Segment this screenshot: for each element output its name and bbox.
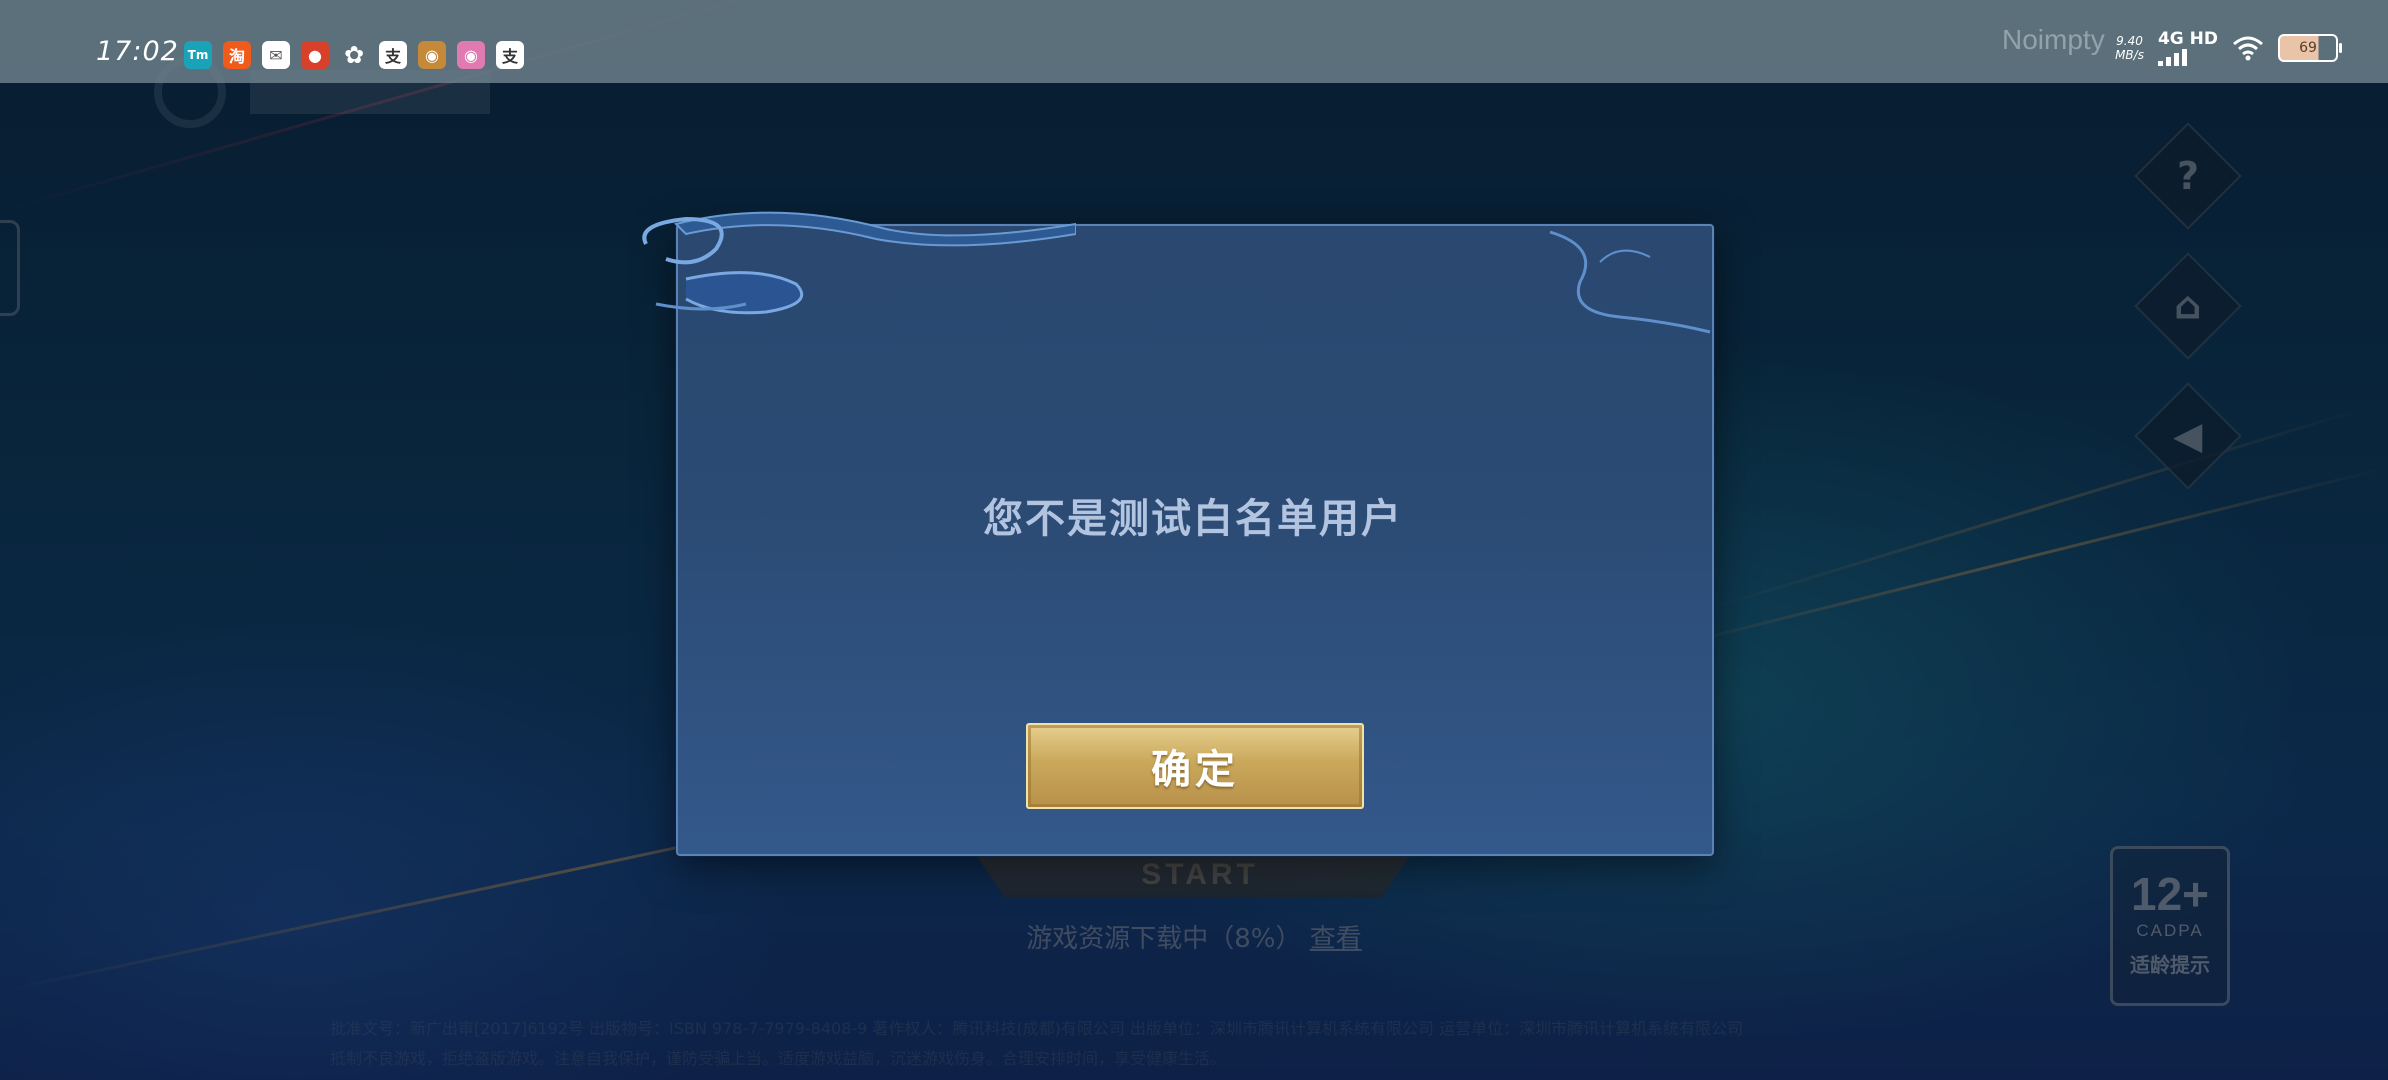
app-icon-1: 支 xyxy=(379,41,407,69)
battery-level: 69 xyxy=(2299,40,2317,56)
message-icon: ✉ xyxy=(262,41,290,69)
network-speed-value: 9.40 xyxy=(2116,34,2143,48)
avatar-game-icon: ◉ xyxy=(418,41,446,69)
wifi-icon xyxy=(2233,36,2263,61)
pinwheel-icon: ✿ xyxy=(343,41,365,69)
cloud-scroll-ornament xyxy=(1549,230,1711,334)
player-username: Noimpty xyxy=(2002,24,2105,55)
tmall-icon: Tm xyxy=(184,41,212,69)
game-icon-red: ● xyxy=(301,41,329,69)
cellular-status: 4G HD xyxy=(2157,29,2218,66)
signal-bars-icon xyxy=(2157,48,2218,66)
status-clock: 17:02 xyxy=(96,36,179,67)
battery-icon: 69 xyxy=(2278,34,2342,62)
app-icon-2: 支 xyxy=(496,41,524,69)
network-type: 4G HD xyxy=(2157,29,2218,49)
cloud-scroll-ornament xyxy=(642,211,1076,315)
system-status: 9.40 MB/s 4G HD 69 xyxy=(2115,29,2342,66)
network-speed: 9.40 MB/s xyxy=(2115,34,2144,62)
avatar-anime-icon: ◉ xyxy=(457,41,485,69)
notification-icons: Tm 淘 ✉ ● ✿ 支 ◉ ◉ 支 xyxy=(184,41,524,69)
network-speed-unit: MB/s xyxy=(2115,48,2144,62)
taobao-icon: 淘 xyxy=(223,41,251,69)
confirm-button[interactable]: 确定 xyxy=(1026,723,1364,809)
dialog-message: 您不是测试白名单用户 xyxy=(983,496,1403,542)
